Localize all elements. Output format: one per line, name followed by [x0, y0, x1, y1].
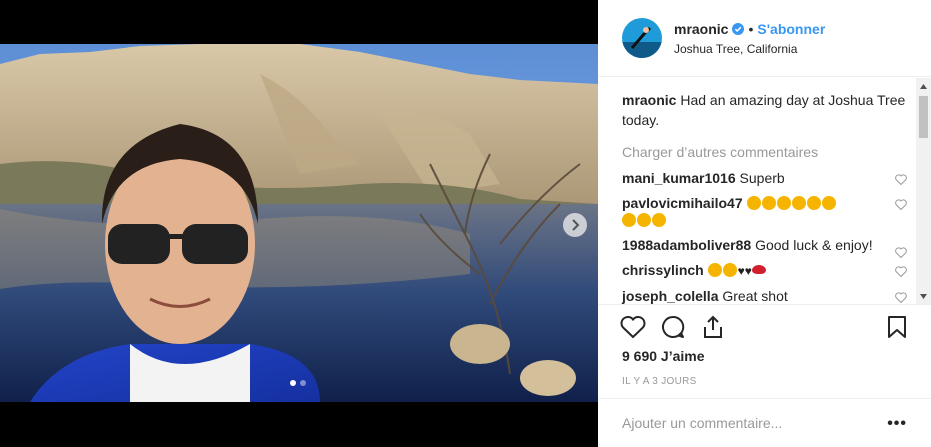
comment-item: chrissylinch ♥♥ [622, 262, 907, 280]
comment-text: Superb [739, 170, 785, 186]
comments-list[interactable]: mraonic Had an amazing day at Joshua Tre… [598, 78, 931, 304]
post-sidebar: mraonic • S'abonner Joshua Tree, Califor… [598, 0, 931, 447]
add-comment-input[interactable]: Ajouter un commentaire... [622, 415, 782, 431]
separator-dot: • [748, 20, 754, 37]
action-bar [598, 304, 931, 349]
chevron-right-icon [572, 219, 580, 231]
comment-icon[interactable] [660, 315, 686, 344]
heart-icon[interactable] [895, 264, 907, 281]
caption-username[interactable]: mraonic [622, 92, 676, 108]
bookmark-icon[interactable] [886, 315, 908, 344]
location-link[interactable]: Joshua Tree, California [674, 42, 825, 56]
heart-icon[interactable] [895, 172, 907, 189]
scroll-up-arrow-icon[interactable] [919, 81, 928, 91]
comments-scrollbar[interactable] [916, 78, 931, 304]
comment-item: mani_kumar1016 Superb [622, 170, 907, 187]
comment-text: Great shot [722, 288, 788, 304]
add-comment-bar: Ajouter un commentaire... ••• [598, 398, 931, 447]
carousel-dot-active [290, 380, 296, 386]
comment-username[interactable]: pavlovicmihailo47 [622, 195, 743, 211]
clapping-hands-emoji [746, 195, 837, 211]
lips-emoji [751, 262, 767, 278]
verified-badge-icon [732, 22, 745, 35]
next-photo-button[interactable] [563, 213, 587, 237]
scroll-down-arrow-icon[interactable] [919, 291, 928, 301]
carousel-indicator [290, 380, 306, 386]
star-struck-emoji [707, 262, 738, 278]
black-hearts-emoji: ♥♥ [737, 264, 752, 278]
avatar[interactable] [622, 18, 662, 58]
comment-item: 1988adamboliver88 Good luck & enjoy! [622, 237, 907, 259]
instagram-post-modal: mraonic • S'abonner Joshua Tree, Califor… [0, 0, 931, 447]
post-header: mraonic • S'abonner Joshua Tree, Califor… [598, 0, 931, 77]
comment-username[interactable]: mani_kumar1016 [622, 170, 736, 186]
comment-username[interactable]: 1988adamboliver88 [622, 237, 751, 253]
share-icon[interactable] [700, 315, 726, 344]
load-more-comments-button[interactable]: Charger d’autres commentaires [622, 142, 907, 162]
more-options-button[interactable]: ••• [887, 415, 907, 433]
heart-icon[interactable] [895, 245, 907, 262]
heart-icon[interactable] [895, 290, 907, 304]
post-photo[interactable] [0, 44, 598, 402]
caption: mraonic Had an amazing day at Joshua Tre… [622, 90, 907, 130]
scrollbar-thumb[interactable] [919, 96, 928, 138]
comment-item: pavlovicmihailo47 [622, 195, 907, 229]
clapping-hands-emoji [622, 212, 667, 228]
username-link[interactable]: mraonic [674, 21, 728, 37]
heart-icon[interactable] [895, 197, 907, 214]
media-area [0, 0, 598, 447]
follow-button[interactable]: S'abonner [757, 21, 825, 37]
heart-icon[interactable] [620, 315, 646, 344]
comment-username[interactable]: chrissylinch [622, 262, 704, 278]
post-date[interactable]: IL Y A 3 JOURS [622, 376, 697, 387]
likes-count[interactable]: 9 690 J’aime [622, 348, 705, 364]
carousel-dot [300, 380, 306, 386]
comment-text: Good luck & enjoy! [755, 237, 873, 253]
comment-username[interactable]: joseph_colella [622, 288, 718, 304]
comment-item: joseph_colella Great shot [622, 288, 907, 304]
